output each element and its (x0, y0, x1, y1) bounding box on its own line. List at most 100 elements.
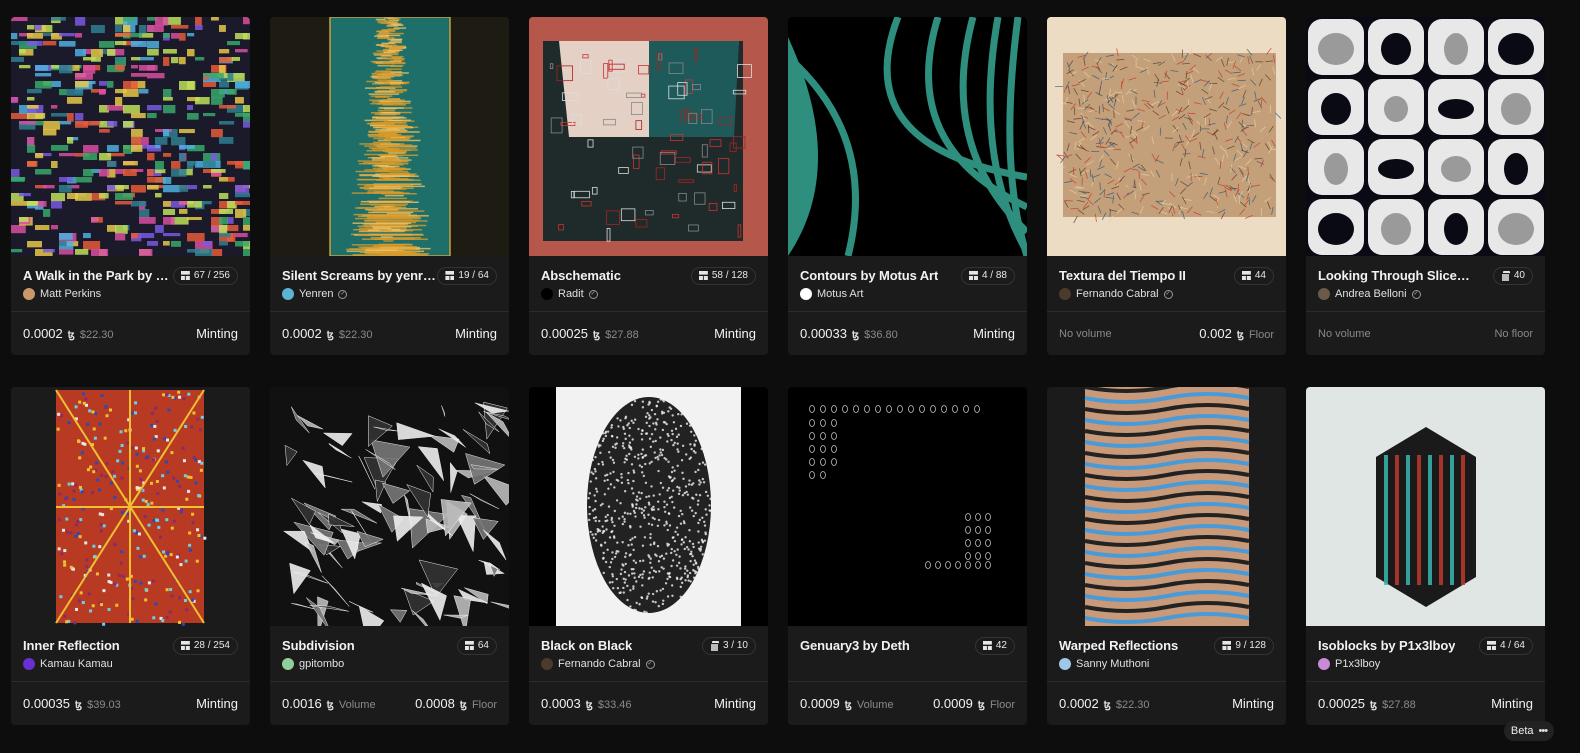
card-footer: 0.00035 ꜩ $39.03 Minting (23, 682, 238, 725)
price-sub: Volume (338, 699, 376, 711)
artist-link[interactable]: Fernando Cabral ✓ (541, 656, 756, 672)
token-title[interactable]: Warped Reflections (1059, 638, 1178, 653)
artist-link[interactable]: P1x3lboy (1318, 656, 1533, 672)
token-title[interactable]: Textura del Tiempo II (1059, 268, 1186, 283)
card-footer: 0.00025 ꜩ $27.88 Minting (1318, 682, 1533, 725)
price-sub: No volume (1059, 327, 1112, 340)
tezos-icon: ꜩ (844, 700, 852, 711)
artwork-thumbnail[interactable] (788, 17, 1027, 256)
artwork-thumbnail[interactable] (11, 17, 250, 256)
token-card[interactable]: Textura del Tiempo II 44 Fernando Cabral… (1047, 17, 1286, 355)
artwork-thumbnail[interactable] (1306, 17, 1545, 256)
artwork-thumbnail[interactable] (1306, 387, 1545, 626)
price-right: No floor (1494, 328, 1533, 340)
artist-link[interactable]: Fernando Cabral ✓ (1059, 286, 1274, 302)
token-title[interactable]: Subdivision (282, 638, 355, 653)
minting-status: Minting (1232, 696, 1274, 711)
token-card[interactable]: Abschematic 58 / 128 Radit ✓ 0.00025 ꜩ $… (529, 17, 768, 355)
artwork-thumbnail[interactable] (1047, 387, 1286, 626)
artwork-image (529, 17, 768, 256)
token-title[interactable]: A Walk in the Park by Matt … (23, 268, 173, 283)
artist-link[interactable]: Matt Perkins (23, 286, 238, 302)
edition-count: 9 / 128 (1235, 640, 1266, 651)
edition-icon (465, 641, 474, 650)
token-card[interactable]: Black on Black 3 / 10 Fernando Cabral ✓ … (529, 387, 768, 725)
token-title[interactable]: Black on Black (541, 638, 632, 653)
artwork-thumbnail[interactable] (270, 387, 509, 626)
verified-check-icon: ✓ (1411, 289, 1421, 299)
token-title[interactable]: Looking Through Sliced Ti… (1318, 268, 1476, 283)
price-value: 0.00035 (23, 696, 70, 711)
token-card[interactable]: Silent Screams by yenren 19 / 64 Yenren … (270, 17, 509, 355)
edition-count: 3 / 10 (722, 640, 748, 651)
artwork-thumbnail[interactable] (1047, 17, 1286, 256)
artist-link[interactable]: gpitombo (282, 656, 497, 672)
tezos-icon: ꜩ (852, 330, 860, 341)
artwork-image (1306, 17, 1545, 256)
tezos-icon: ꜩ (585, 700, 593, 711)
artwork-thumbnail[interactable] (788, 387, 1027, 626)
artist-link[interactable]: Andrea Belloni ✓ (1318, 286, 1533, 302)
artist-name: Sanny Muthoni (1076, 658, 1150, 670)
edition-count: 67 / 256 (193, 270, 230, 281)
tezos-icon: ꜩ (459, 700, 467, 711)
tezos-icon: ꜩ (1370, 700, 1378, 711)
artist-link[interactable] (800, 656, 1015, 672)
avatar (1059, 658, 1071, 670)
artist-link[interactable]: Kamau Kamau (23, 656, 238, 672)
minting-status: Minting (196, 696, 238, 711)
artist-link[interactable]: Sanny Muthoni (1059, 656, 1274, 672)
token-title[interactable]: Silent Screams by yenren (282, 268, 437, 283)
price-value: 0.002 (1199, 326, 1232, 341)
edition-badge: 4 / 88 (960, 266, 1015, 285)
artwork-thumbnail[interactable] (529, 387, 768, 626)
price-value: 0.0002 (23, 326, 63, 341)
card-footer: No volume No floor (1318, 312, 1533, 355)
tezos-icon: ꜩ (977, 700, 985, 711)
price-sub: $39.03 (87, 699, 121, 711)
artist-link[interactable]: Radit ✓ (541, 286, 756, 302)
price-left: 0.0002 ꜩ $22.30 (282, 326, 373, 341)
artist-link[interactable]: Motus Art (800, 286, 1015, 302)
beta-button[interactable]: Beta ••• (1504, 721, 1554, 741)
tezos-icon: ꜩ (75, 700, 83, 711)
edition-icon (1222, 641, 1231, 650)
price-right: 0.0008 ꜩ Floor (415, 696, 497, 711)
token-title[interactable]: Genuary3 by Deth (800, 638, 910, 653)
token-title[interactable]: Isoblocks by P1x3lboy (1318, 638, 1455, 653)
token-card[interactable]: Inner Reflection 28 / 254 Kamau Kamau 0.… (11, 387, 250, 725)
artist-name: Fernando Cabral (558, 658, 641, 670)
price-sub: $22.30 (79, 329, 114, 341)
price-value: 0.0003 (541, 696, 581, 711)
artist-name: Motus Art (817, 288, 864, 300)
token-title[interactable]: Inner Reflection (23, 638, 120, 653)
artwork-thumbnail[interactable] (11, 387, 250, 626)
generative-token-grid: A Walk in the Park by Matt … 67 / 256 Ma… (11, 17, 1555, 725)
artwork-thumbnail[interactable] (270, 17, 509, 256)
token-card[interactable]: Contours by Motus Art 4 / 88 Motus Art 0… (788, 17, 1027, 355)
token-card[interactable]: A Walk in the Park by Matt … 67 / 256 Ma… (11, 17, 250, 355)
artwork-image (270, 17, 509, 256)
avatar (541, 658, 553, 670)
price-left: 0.00035 ꜩ $39.03 (23, 696, 121, 711)
artist-link[interactable]: Yenren ✓ (282, 286, 497, 302)
beta-label: Beta (1510, 725, 1534, 737)
artwork-image (1047, 387, 1286, 626)
avatar (282, 658, 294, 670)
token-card[interactable]: Looking Through Sliced Ti… 40 Andrea Bel… (1306, 17, 1545, 355)
token-title[interactable]: Contours by Motus Art (800, 268, 938, 283)
artwork-image (1306, 387, 1545, 626)
token-card[interactable]: Warped Reflections 9 / 128 Sanny Muthoni… (1047, 387, 1286, 725)
artwork-thumbnail[interactable] (529, 17, 768, 256)
token-card[interactable]: Isoblocks by P1x3lboy 4 / 64 P1x3lboy 0.… (1306, 387, 1545, 725)
token-card[interactable]: Subdivision 64 gpitombo 0.0016 ꜩ Volume … (270, 387, 509, 725)
price-value: 0.00025 (541, 326, 588, 341)
artwork-image (11, 17, 250, 256)
price-right: Minting (1491, 696, 1533, 711)
token-title[interactable]: Abschematic (541, 268, 621, 283)
price-right: Minting (714, 696, 756, 711)
token-card[interactable]: Genuary3 by Deth 42 0.0009 ꜩ Volume 0.00… (788, 387, 1027, 725)
edition-count: 58 / 128 (711, 270, 748, 281)
price-left: 0.0003 ꜩ $33.46 (541, 696, 632, 711)
price-sub: $22.30 (338, 329, 373, 341)
